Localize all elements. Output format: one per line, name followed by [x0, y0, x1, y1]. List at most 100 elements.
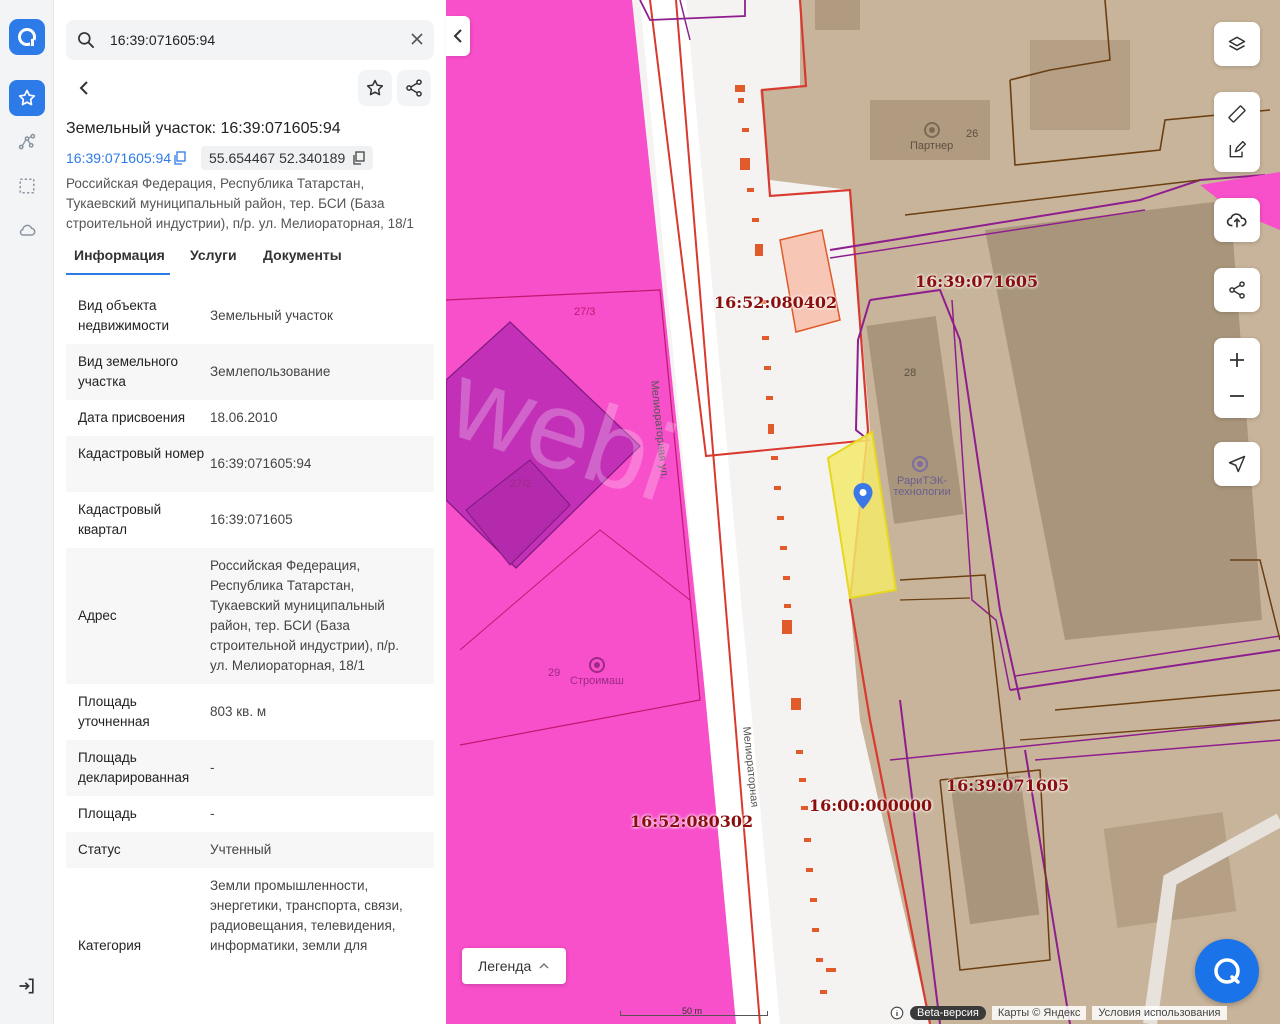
cloud-nav-button[interactable]: [9, 212, 45, 248]
geolocation-button[interactable]: [1214, 442, 1260, 486]
zoom-group: [1214, 338, 1260, 418]
info-key: Кадастровый квартал: [78, 502, 162, 537]
info-key: Адрес: [78, 608, 117, 623]
poi-label: Партнер: [910, 140, 954, 152]
navigation-arrow-icon: [1228, 455, 1246, 473]
cloud-icon: [19, 224, 36, 236]
cadastral-quarter-label: 16:52:080402: [714, 293, 838, 312]
search-input[interactable]: 16:39:071605:94: [110, 32, 215, 48]
info-key: Вид объекта недвижимости: [78, 298, 170, 333]
info-value: 16:39:071605:94: [210, 456, 312, 471]
info-value: -: [210, 760, 215, 775]
info-key: Площадь декларированная: [78, 750, 190, 785]
info-row: Статус Учтенный: [66, 832, 434, 868]
chevron-left-icon: [79, 81, 88, 95]
search-bar[interactable]: 16:39:071605:94: [66, 20, 434, 60]
info-value: Российская Федерация, Республика Татарст…: [210, 558, 400, 673]
terms-link[interactable]: Условия использования: [1092, 1006, 1227, 1020]
info-value: Землепользование: [210, 364, 331, 379]
upload-button[interactable]: [1214, 198, 1260, 242]
cadastral-quarter-label: 16:39:071605: [915, 272, 1039, 291]
back-button[interactable]: [66, 72, 102, 104]
map-share-button[interactable]: [1214, 268, 1260, 312]
share-button[interactable]: [397, 70, 431, 106]
house-number: 29: [548, 667, 561, 679]
info-row: Категория Земли промышленности, энергети…: [66, 868, 434, 1004]
favorites-nav-button[interactable]: [9, 80, 45, 116]
beta-badge: Beta-версия: [910, 1006, 986, 1020]
share-icon: [1229, 281, 1245, 299]
edit-button[interactable]: [1214, 132, 1260, 168]
select-area-nav-button[interactable]: [9, 168, 45, 204]
share-icon: [406, 79, 422, 97]
scale-bar: 50 m: [620, 1006, 768, 1018]
info-value: Земли промышленности, энергетики, трансп…: [210, 878, 403, 953]
house-number: 27/3: [574, 306, 596, 318]
tab-services[interactable]: Услуги: [190, 247, 237, 263]
info-row: Площадь декларированная -: [66, 740, 434, 796]
info-key: Статус: [78, 842, 121, 857]
info-row: Площадь уточненная 803 кв. м: [66, 684, 434, 740]
tab-documents[interactable]: Документы: [263, 247, 342, 263]
map-layer: [446, 0, 1280, 1024]
info-value: Земельный участок: [210, 308, 333, 323]
legend-button[interactable]: Легенда: [462, 948, 566, 984]
app-logo[interactable]: [9, 19, 45, 55]
zoom-out-button[interactable]: [1214, 378, 1260, 414]
app-logo-icon: [18, 28, 36, 46]
legend-label: Легенда: [478, 958, 532, 974]
cadastral-quarter-label: 16:52:080302: [630, 812, 754, 831]
info-row: Вид объекта недвижимости Земельный участ…: [66, 288, 434, 344]
tab-bar: Информация Услуги Документы: [66, 240, 434, 276]
house-number: 26: [966, 128, 979, 140]
search-icon: [78, 32, 95, 48]
collapse-panel-button[interactable]: [446, 16, 470, 56]
cadastral-quarter-label: 16:39:071605: [946, 776, 1070, 795]
chat-button[interactable]: [1195, 939, 1259, 1003]
info-row: Кадастровый номер 16:39:071605:94: [66, 436, 434, 492]
house-number: 28: [904, 367, 917, 379]
cadastral-number-link[interactable]: 16:39:071605:94: [66, 150, 171, 166]
maps-copyright[interactable]: Карты © Яндекс: [991, 1006, 1087, 1020]
info-value: Учтенный: [210, 842, 272, 857]
route-nav-button[interactable]: [9, 124, 45, 160]
cadastral-quarter-label: 16:00:000000: [809, 796, 933, 815]
ruler-button[interactable]: [1214, 96, 1260, 132]
chat-bubble-icon: [1214, 958, 1240, 984]
minus-icon: [1230, 395, 1244, 397]
map-canvas[interactable]: 16:52:080402 16:39:071605 16:39:071605 1…: [446, 0, 1280, 1024]
cloud-upload-icon: [1226, 213, 1247, 228]
info-row: Дата присвоения 18.06.2010: [66, 400, 434, 436]
layers-button[interactable]: [1214, 22, 1260, 66]
info-row: Площадь -: [66, 796, 434, 832]
logout-nav-button[interactable]: [9, 968, 45, 1004]
info-icon[interactable]: [890, 1006, 904, 1020]
favorite-button[interactable]: [358, 70, 392, 106]
zoom-in-button[interactable]: [1214, 342, 1260, 378]
route-icon: [18, 133, 36, 150]
info-key: Кадастровый номер: [78, 446, 205, 461]
info-key: Вид земельного участка: [78, 354, 179, 389]
info-row: Вид земельного участка Землепользование: [66, 344, 434, 400]
object-address: Российская Федерация, Республика Татарст…: [66, 176, 414, 231]
poi-label: РариТЭК-технологии: [893, 475, 951, 498]
copy-icon[interactable]: [174, 151, 186, 165]
location-pin-icon[interactable]: [852, 482, 874, 510]
info-panel: 16:39:071605:94 Земельный участок: 16:39…: [54, 0, 446, 1024]
close-icon[interactable]: [410, 32, 424, 46]
chevron-up-icon: [539, 962, 549, 969]
edit-icon: [1229, 140, 1247, 158]
coordinates-text: 55.654467 52.340189: [209, 150, 346, 166]
map-footer: Beta-версия Карты © Яндекс Условия испол…: [890, 1004, 1227, 1022]
coordinates-chip[interactable]: 55.654467 52.340189: [201, 146, 374, 170]
login-icon: [19, 978, 34, 994]
info-value: 18.06.2010: [210, 410, 278, 425]
plus-icon: [1230, 353, 1244, 367]
info-value: -: [210, 806, 215, 821]
tab-information[interactable]: Информация: [74, 247, 165, 263]
info-key: Дата присвоения: [78, 410, 186, 425]
object-title: Земельный участок: 16:39:071605:94: [66, 120, 341, 137]
star-icon: [366, 79, 384, 96]
tools-group: [1214, 92, 1260, 172]
dashed-square-icon: [19, 178, 35, 194]
